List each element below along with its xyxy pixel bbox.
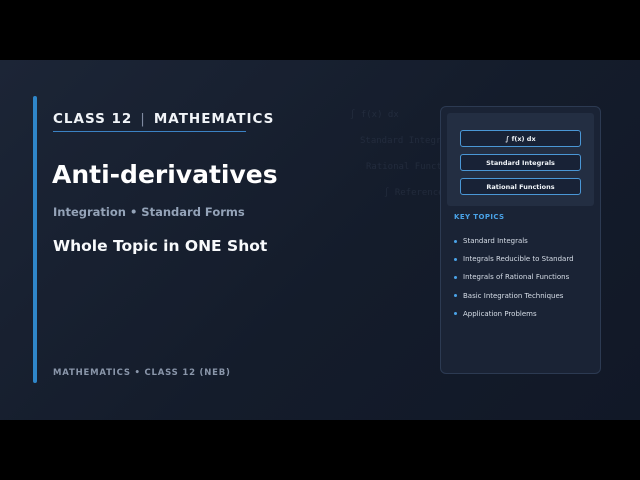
list-item: Standard Integrals <box>454 232 574 250</box>
formula-panel: ∫ f(x) dx Standard Integrals Rational Fu… <box>447 113 594 206</box>
header-underline <box>53 131 246 132</box>
bullet-icon <box>454 294 457 298</box>
class-subject-header: CLASS 12 | MATHEMATICS <box>53 109 274 129</box>
bullet-icon <box>454 257 457 261</box>
key-topics-list: Standard Integrals Integrals Reducible t… <box>454 232 574 323</box>
topic-label: Standard Integrals <box>463 237 528 246</box>
page-title: Anti-derivatives <box>52 160 278 189</box>
footer-label: MATHEMATICS • CLASS 12 (NEB) <box>53 368 231 378</box>
topic-label: Integrals of Rational Functions <box>463 273 570 282</box>
letterbox-top <box>0 0 640 60</box>
topic-label: Basic Integration Techniques <box>463 291 564 300</box>
list-item: Integrals Reducible to Standard <box>454 250 574 268</box>
list-item: Integrals of Rational Functions <box>454 268 574 286</box>
topic-label: Application Problems <box>463 309 537 318</box>
accent-bar <box>33 96 37 383</box>
bullet-icon <box>454 239 457 243</box>
list-item: Basic Integration Techniques <box>454 287 574 305</box>
integral-formula-button[interactable]: ∫ f(x) dx <box>460 130 581 147</box>
letterbox-bottom <box>0 420 640 480</box>
subject-label: MATHEMATICS <box>153 111 275 127</box>
standard-integrals-button[interactable]: Standard Integrals <box>460 154 581 171</box>
bullet-icon <box>454 312 457 316</box>
key-topics-heading: KEY TOPICS <box>454 213 505 221</box>
rational-functions-button[interactable]: Rational Functions <box>460 178 581 195</box>
class-label: CLASS 12 <box>53 111 133 127</box>
subtitle: Integration • Standard Forms <box>53 205 245 219</box>
slide: ∫ f(x) dx Standard Integrals Rational Func… <box>0 60 640 420</box>
topics-card: ∫ f(x) dx Standard Integrals Rational Fu… <box>440 106 601 374</box>
bullet-icon <box>454 275 457 279</box>
tagline: Whole Topic in ONE Shot <box>53 237 268 255</box>
header-separator: | <box>140 111 146 127</box>
list-item: Application Problems <box>454 305 574 323</box>
topic-label: Integrals Reducible to Standard <box>463 255 574 264</box>
